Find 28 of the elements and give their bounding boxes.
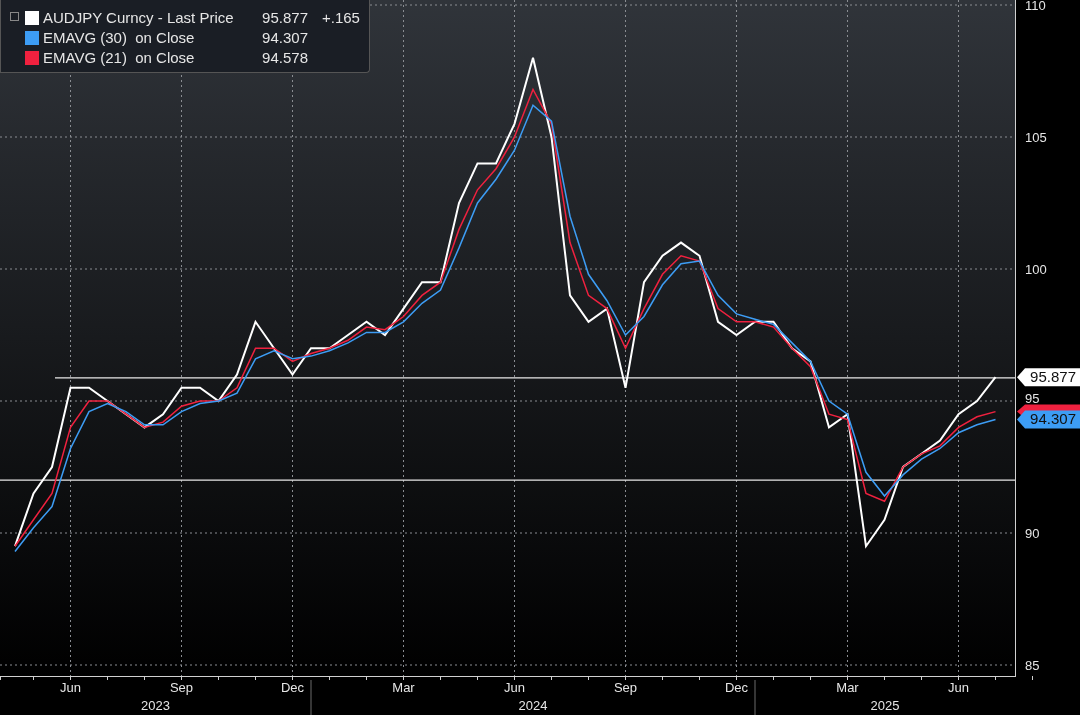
x-tick-label: Dec [280,680,305,695]
change-value: +.165 [322,9,360,26]
y-tick-label: 90 [1025,526,1040,541]
year-label: 2024 [518,698,548,713]
x-tick-label: Mar [836,680,859,695]
y-tick-label: 100 [1025,262,1047,277]
x-tick-label: Dec [724,680,749,695]
y-tick-label: 110 [1025,0,1046,13]
year-label: 2023 [141,698,170,713]
y-tick-label: 95 [1025,391,1040,406]
x-tick-label: Sep [613,680,638,695]
x-tick-label: Jun [60,680,81,695]
series-label: EMAVG (21) on Close [43,49,196,66]
x-tick-label: Jun [504,680,525,695]
series-value: 94.578 [261,49,308,66]
series-value: 94.307 [261,29,308,46]
value-tag: 94.307 [1017,410,1080,429]
y-tick-label: 85 [1025,658,1040,673]
value-tag: 95.877 [1017,368,1080,387]
x-tick-label: Mar [392,680,415,695]
collapse-icon[interactable] [10,12,19,21]
year-label: 2025 [870,698,900,713]
x-tick-label: Sep [169,680,194,695]
series-label: EMAVG (30) on Close [43,29,196,46]
y-tick-label: 105 [1025,130,1047,145]
x-tick-label: Jun [948,680,969,695]
series-value: 95.877 [261,9,308,26]
series-label: AUDJPY Curncy - Last Price [43,9,235,26]
